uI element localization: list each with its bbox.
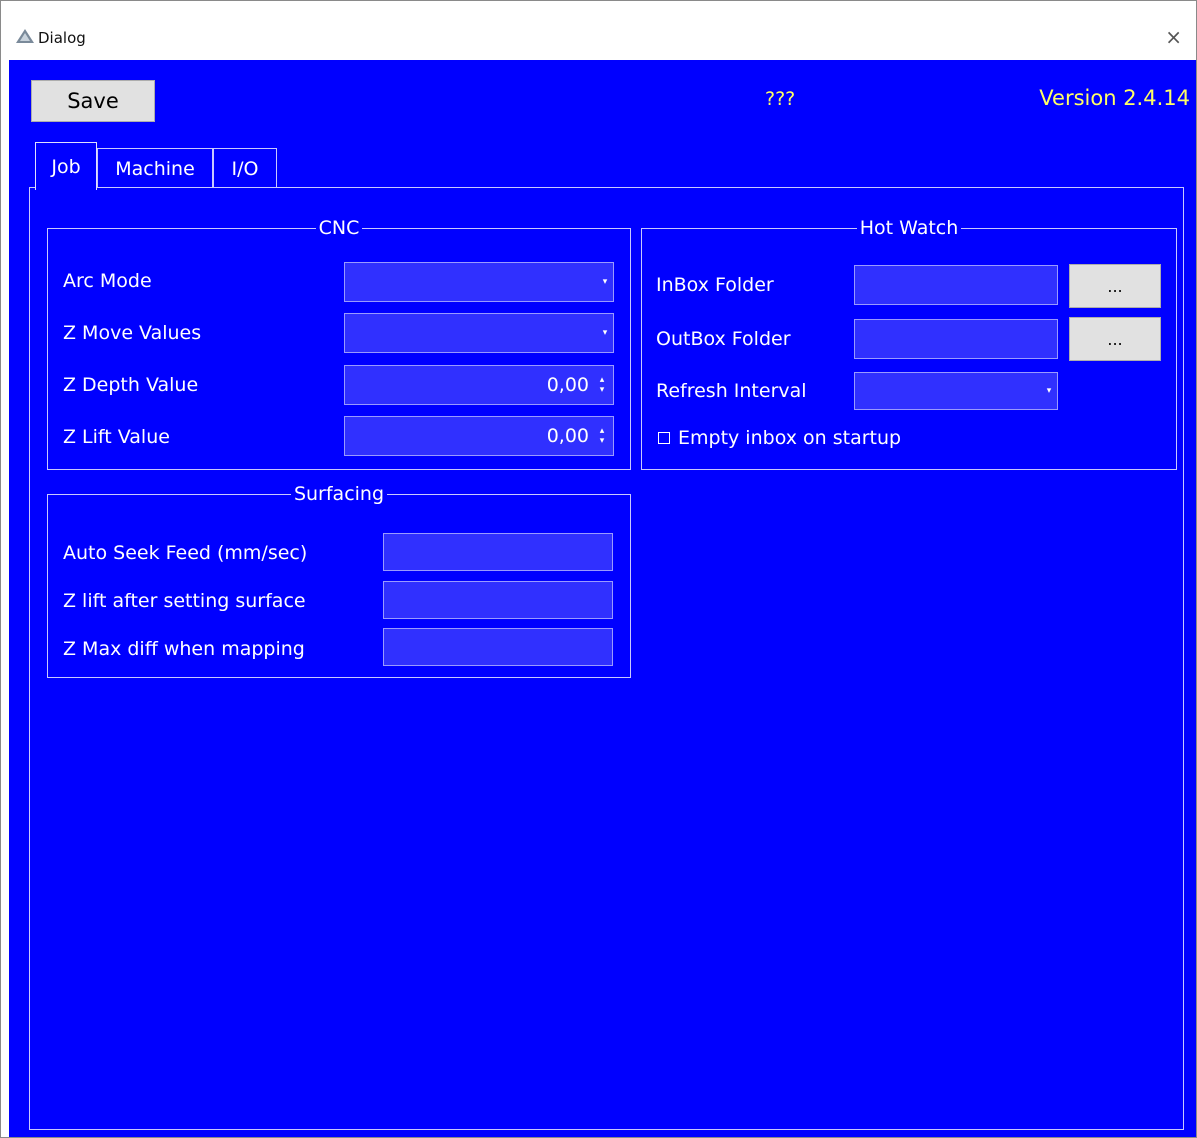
- z-lift-value-spinbox[interactable]: 0,00 ▴ ▾: [344, 416, 614, 456]
- chevron-down-icon: ▾: [602, 277, 608, 287]
- inbox-browse-button[interactable]: ...: [1069, 264, 1161, 308]
- refresh-interval-label: Refresh Interval: [656, 380, 807, 402]
- z-depth-value: 0,00: [546, 374, 589, 396]
- checkbox-icon[interactable]: [658, 432, 670, 444]
- z-lift-surface-label: Z lift after setting surface: [63, 590, 306, 612]
- refresh-interval-combo[interactable]: ▾: [854, 372, 1058, 410]
- hot-watch-group: Hot Watch InBox Folder ... OutBox Folder…: [641, 217, 1177, 470]
- spin-arrows-icon[interactable]: ▴ ▾: [594, 368, 610, 402]
- spin-arrows-icon[interactable]: ▴ ▾: [594, 419, 610, 453]
- cnc-group-title: CNC: [315, 217, 363, 239]
- tab-io[interactable]: I/O: [213, 148, 277, 188]
- outbox-browse-button[interactable]: ...: [1069, 317, 1161, 361]
- chevron-down-icon: ▾: [602, 328, 608, 338]
- empty-inbox-label: Empty inbox on startup: [678, 427, 902, 449]
- z-move-values-combo[interactable]: ▾: [344, 313, 614, 353]
- dialog-body: Save ??? Version 2.4.14 Job Machine I/O …: [9, 60, 1196, 1137]
- close-icon[interactable]: ×: [1165, 27, 1182, 47]
- window-title: Dialog: [38, 29, 86, 47]
- arc-mode-combo[interactable]: ▾: [344, 262, 614, 302]
- app-icon: [16, 29, 34, 43]
- surfacing-group-title: Surfacing: [290, 483, 388, 505]
- version-label: Version 2.4.14: [1039, 86, 1190, 110]
- chevron-down-icon: ▾: [1046, 386, 1052, 396]
- tab-job[interactable]: Job: [35, 142, 97, 190]
- save-button[interactable]: Save: [31, 80, 155, 122]
- empty-inbox-checkbox[interactable]: Empty inbox on startup: [658, 427, 901, 449]
- z-lift-surface-input[interactable]: [383, 581, 613, 619]
- arc-mode-label: Arc Mode: [63, 270, 152, 292]
- auto-seek-feed-label: Auto Seek Feed (mm/sec): [63, 542, 308, 564]
- z-lift-value-label: Z Lift Value: [63, 426, 170, 448]
- z-max-diff-input[interactable]: [383, 628, 613, 666]
- surfacing-group: Surfacing Auto Seek Feed (mm/sec) Z lift…: [47, 483, 631, 678]
- status-text: ???: [765, 88, 796, 110]
- dialog-window: Dialog × Save ??? Version 2.4.14 Job Mac…: [0, 0, 1197, 1138]
- z-move-values-label: Z Move Values: [63, 322, 202, 344]
- outbox-folder-label: OutBox Folder: [656, 328, 791, 350]
- z-lift-value: 0,00: [546, 425, 589, 447]
- z-depth-value-label: Z Depth Value: [63, 374, 199, 396]
- inbox-folder-label: InBox Folder: [656, 274, 774, 296]
- cnc-group: CNC Arc Mode ▾ Z Move Values ▾ Z Depth V…: [47, 217, 631, 470]
- z-max-diff-label: Z Max diff when mapping: [63, 638, 305, 660]
- hot-watch-group-title: Hot Watch: [856, 217, 962, 239]
- tab-machine[interactable]: Machine: [97, 148, 213, 188]
- z-depth-value-spinbox[interactable]: 0,00 ▴ ▾: [344, 365, 614, 405]
- outbox-folder-input[interactable]: [854, 319, 1058, 359]
- title-bar: Dialog ×: [1, 1, 1196, 59]
- auto-seek-feed-input[interactable]: [383, 533, 613, 571]
- inbox-folder-input[interactable]: [854, 265, 1058, 305]
- tab-panel-job: CNC Arc Mode ▾ Z Move Values ▾ Z Depth V…: [29, 187, 1184, 1130]
